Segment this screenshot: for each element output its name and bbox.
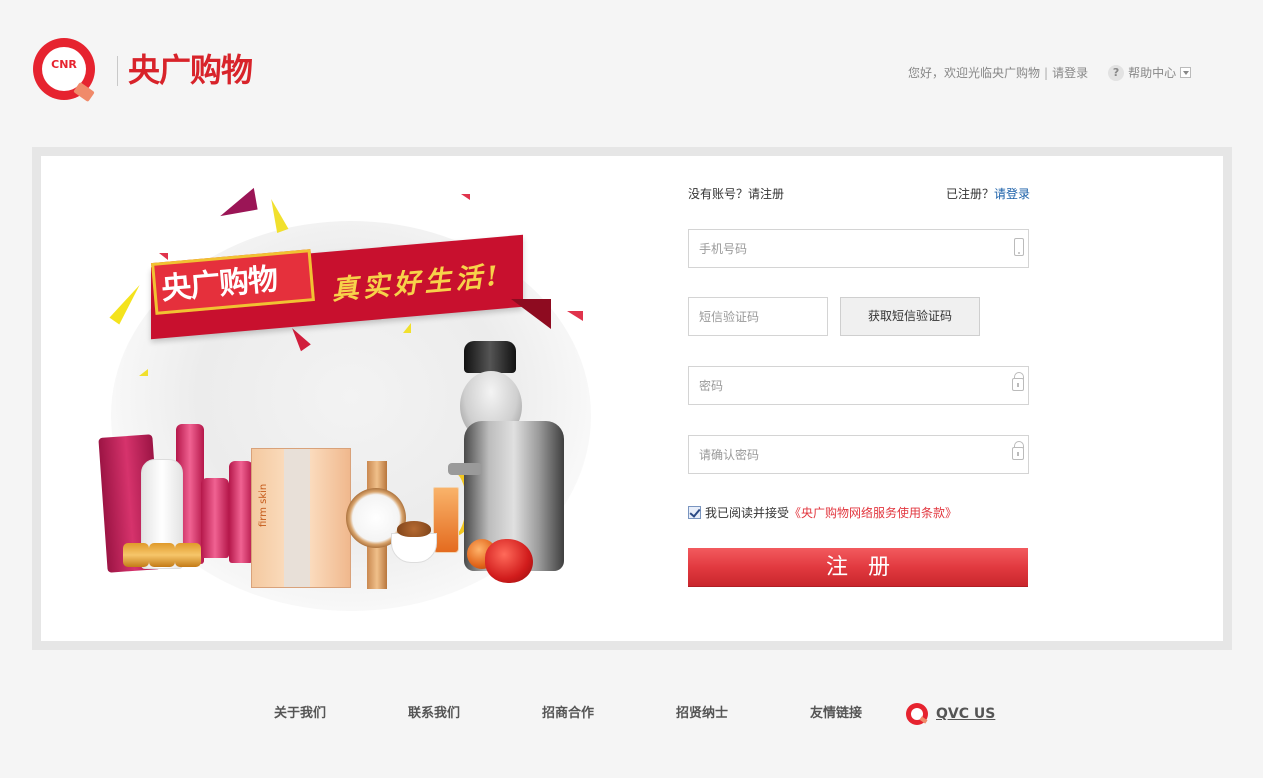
header-login-link[interactable]: 请登录 <box>1052 64 1088 81</box>
promo-illustration: 央广购物 真实好生活! firm skin <box>81 181 601 616</box>
agreement-row: 我已阅读并接受 《央广购物网络服务使用条款》 <box>688 504 957 521</box>
confetti-shape <box>461 194 470 200</box>
cream-jar-image <box>123 543 149 567</box>
footer-link-about[interactable]: 关于我们 <box>274 703 326 725</box>
footer-link-contact[interactable]: 联系我们 <box>408 703 460 725</box>
confetti-shape <box>159 253 168 260</box>
cream-jar-image <box>175 543 201 567</box>
lock-icon <box>1012 441 1024 460</box>
no-account-text: 没有账号？请注册 <box>688 187 785 201</box>
help-icon: ? <box>1108 64 1125 81</box>
confirm-password-input[interactable] <box>689 436 1028 473</box>
confetti-shape <box>403 323 411 333</box>
logo-divider <box>117 56 118 86</box>
skincare-box-image: firm skin <box>251 448 351 588</box>
terms-link[interactable]: 《央广购物网络服务使用条款》 <box>789 504 957 521</box>
confirm-password-field[interactable] <box>688 435 1029 474</box>
skincare-box-label: firm skin <box>258 483 269 527</box>
qvc-label: QVC US <box>936 706 996 722</box>
dropdown-arrow-icon <box>1180 67 1192 78</box>
top-links: 您好，欢迎光临央广购物 | 请登录 ? 帮助中心 <box>908 64 1192 81</box>
main-frame: 央广购物 真实好生活! firm skin 没有账号？请注册 已注册？请登录 手… <box>32 147 1232 650</box>
red-pepper-image <box>485 539 533 583</box>
get-sms-code-button[interactable]: 获取短信验证码 <box>840 297 980 336</box>
form-login-link[interactable]: 请登录 <box>994 187 1030 201</box>
footer-link-careers[interactable]: 招贤纳士 <box>676 703 728 725</box>
agree-text: 我已阅读并接受 <box>705 506 790 520</box>
register-button[interactable]: 注册 <box>688 548 1028 587</box>
logo-mark-text: CNR <box>51 58 77 71</box>
phone-input[interactable] <box>689 230 1028 267</box>
password-field[interactable] <box>688 366 1029 405</box>
sms-code-input[interactable] <box>689 298 827 335</box>
mobile-phone-icon <box>1014 238 1024 256</box>
qvc-link[interactable]: QVC US <box>906 703 995 725</box>
lock-icon <box>1012 372 1024 391</box>
top-separator: | <box>1044 65 1049 80</box>
confetti-shape <box>265 196 289 234</box>
footer: 关于我们 联系我们 招商合作 招贤纳士 友情链接 QVC US <box>0 703 1263 727</box>
phone-field[interactable] <box>688 229 1029 268</box>
cnr-logo-icon: CNR <box>33 38 95 103</box>
footer-link-friends[interactable]: 友情链接 <box>810 703 862 725</box>
password-input[interactable] <box>689 367 1028 404</box>
juicer-spout-image <box>448 463 482 475</box>
footer-link-business[interactable]: 招商合作 <box>542 703 594 725</box>
agree-checkbox[interactable] <box>688 506 701 519</box>
confetti-shape <box>109 281 145 325</box>
cosmetic-bottle-image <box>229 461 253 563</box>
qvc-logo-icon <box>906 703 928 725</box>
registered-login: 已注册？请登录 <box>946 185 1030 202</box>
confetti-shape <box>139 369 148 376</box>
welcome-text: 您好，欢迎光临央广购物 <box>908 66 1041 80</box>
register-panel: 央广购物 真实好生活! firm skin 没有账号？请注册 已注册？请登录 手… <box>41 156 1223 641</box>
confetti-shape <box>567 311 583 321</box>
banner-fold <box>511 299 551 329</box>
cosmetic-bottle-image <box>201 478 229 558</box>
cream-jar-image <box>149 543 175 567</box>
logo-text: 央广购物 <box>128 51 253 89</box>
confetti-shape <box>216 187 258 217</box>
help-center-label: 帮助中心 <box>1128 66 1177 80</box>
juicer-top-image <box>464 341 516 373</box>
sms-code-field[interactable] <box>688 297 828 336</box>
registered-prefix: 已注册？ <box>945 187 994 201</box>
nuts-image <box>397 521 431 537</box>
help-center-dropdown[interactable]: ? 帮助中心 <box>1108 64 1192 81</box>
